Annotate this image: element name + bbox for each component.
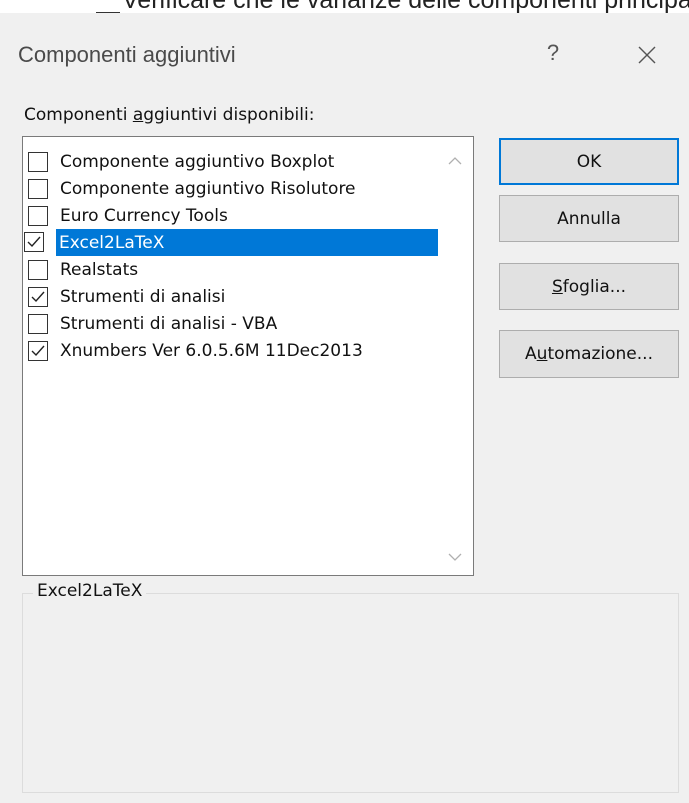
ok-button[interactable]: OK [499, 138, 679, 185]
addins-list-label: Componenti aggiuntivi disponibili: [24, 105, 315, 125]
list-item-label: Excel2LaTeX [59, 232, 165, 253]
automation-button[interactable]: Au tomazione... [499, 330, 679, 378]
list-item[interactable]: Strumenti di analisi - VBA [24, 310, 441, 337]
browse-button[interactable]: Sfoglia... [499, 263, 679, 310]
checkmark-icon [27, 236, 41, 248]
list-item[interactable]: Euro Currency Tools [24, 202, 441, 229]
scroll-up-icon[interactable] [446, 152, 464, 170]
checkbox[interactable] [28, 313, 48, 334]
list-item-label: Strumenti di analisi [60, 286, 226, 307]
list-item-label: Euro Currency Tools [60, 205, 228, 226]
checkmark-icon [31, 345, 45, 356]
checkbox[interactable] [28, 286, 48, 307]
listbox-scrollbar[interactable] [438, 138, 472, 574]
list-item-label: Componente aggiuntivo Boxplot [60, 151, 335, 172]
help-button[interactable]: ? [538, 39, 568, 69]
list-item[interactable]: Excel2LaTeX [24, 229, 441, 256]
checkmark-icon [31, 291, 45, 302]
checkbox[interactable] [28, 205, 48, 226]
close-icon [638, 46, 656, 64]
list-item-label: Strumenti di analisi - VBA [60, 313, 278, 334]
checkbox[interactable] [28, 259, 48, 280]
list-item[interactable]: Xnumbers Ver 6.0.5.6M 11Dec2013 [24, 337, 441, 364]
checkbox[interactable] [28, 151, 48, 172]
list-item[interactable]: Strumenti di analisi [24, 283, 441, 310]
description-group-label: Excel2LaTeX [33, 581, 147, 601]
list-item[interactable]: Componente aggiuntivo Boxplot [24, 148, 441, 175]
list-item-label: Xnumbers Ver 6.0.5.6M 11Dec2013 [60, 340, 363, 361]
background-text: Verificare che le varianze delle compone… [122, 0, 689, 13]
scroll-down-icon[interactable] [446, 548, 464, 566]
cancel-button[interactable]: Annulla [499, 195, 679, 242]
description-group [22, 593, 679, 793]
checkbox[interactable] [28, 340, 48, 361]
checkbox[interactable] [28, 178, 48, 199]
list-item[interactable]: Componente aggiuntivo Risolutore [24, 175, 441, 202]
dialog-title: Componenti aggiuntivi [18, 42, 236, 67]
list-item[interactable]: Realstats [24, 256, 441, 283]
close-button[interactable] [630, 38, 662, 70]
list-item-label: Realstats [60, 259, 139, 280]
addins-items: Componente aggiuntivo Boxplot Componente … [24, 148, 441, 364]
background-cell-border [96, 0, 120, 13]
addins-listbox[interactable]: Componente aggiuntivo Boxplot Componente … [22, 136, 474, 576]
checkbox[interactable] [24, 232, 44, 252]
list-item-label: Componente aggiuntivo Risolutore [60, 178, 356, 199]
addins-dialog: Componenti aggiuntivi ? Componenti aggiu… [0, 13, 689, 803]
background-window-strip: Verificare che le varianze delle compone… [0, 0, 689, 13]
